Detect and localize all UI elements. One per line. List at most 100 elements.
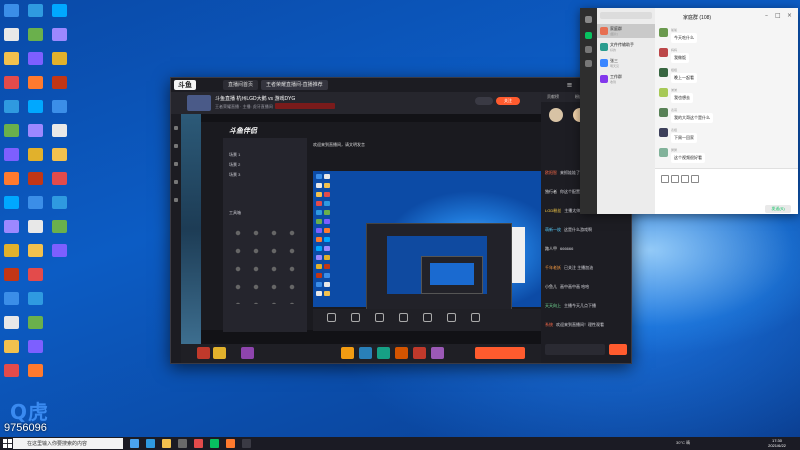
douyu-icon[interactable]: [226, 439, 235, 448]
gift-item[interactable]: [413, 347, 426, 359]
follow-button[interactable]: 关注: [496, 97, 520, 105]
desktop-shortcut-icon[interactable]: [4, 28, 19, 41]
scissors-icon[interactable]: [681, 175, 689, 183]
clock[interactable]: 17:30 2021/6/22: [764, 438, 790, 448]
desktop-shortcut-icon[interactable]: [28, 172, 43, 185]
edge-icon[interactable]: [146, 439, 155, 448]
rail-icon[interactable]: [174, 162, 178, 166]
message-input[interactable]: 发送(S): [655, 168, 798, 214]
rail-icon[interactable]: [174, 144, 178, 148]
desktop-shortcut-icon[interactable]: [4, 292, 19, 305]
desktop-shortcut-icon[interactable]: [4, 124, 19, 137]
desktop-shortcut-icon[interactable]: [28, 52, 43, 65]
desktop-shortcut-icon[interactable]: [4, 316, 19, 329]
avatar[interactable]: [659, 128, 668, 137]
desktop-shortcut-icon[interactable]: [4, 52, 19, 65]
rank-avatar[interactable]: [549, 108, 563, 122]
close-icon[interactable]: ×: [787, 12, 792, 19]
desktop-shortcut-icon[interactable]: [52, 172, 67, 185]
recharge-button[interactable]: [475, 347, 525, 359]
send-button[interactable]: 发送(S): [765, 205, 791, 213]
avatar[interactable]: [659, 88, 668, 97]
gift-item[interactable]: [213, 347, 226, 359]
desktop-shortcut-icon[interactable]: [28, 316, 43, 329]
gift-item[interactable]: [197, 347, 210, 359]
search-input[interactable]: [600, 12, 652, 19]
desktop-shortcut-icon[interactable]: [4, 268, 19, 281]
streamer-avatar[interactable]: [187, 95, 211, 111]
app-icon[interactable]: [194, 439, 203, 448]
gift-item[interactable]: [431, 347, 444, 359]
avatar[interactable]: [659, 108, 668, 117]
desktop-shortcut-icon[interactable]: [28, 76, 43, 89]
conversation-item[interactable]: 工作群 收到: [597, 72, 655, 86]
desktop-shortcut-icon[interactable]: [4, 148, 19, 161]
desktop-shortcut-icon[interactable]: [28, 28, 43, 41]
menu-icon[interactable]: ≡: [565, 80, 574, 90]
gift-item[interactable]: [241, 347, 254, 359]
desktop-shortcut-icon[interactable]: [28, 196, 43, 209]
desktop-shortcut-icon[interactable]: [4, 364, 19, 377]
desktop-shortcut-icon[interactable]: [4, 172, 19, 185]
desktop-shortcut-icon[interactable]: [52, 124, 67, 137]
desktop-shortcut-icon[interactable]: [28, 244, 43, 257]
gift-item[interactable]: [377, 347, 390, 359]
minimize-icon[interactable]: –: [765, 12, 768, 19]
desktop-shortcut-icon[interactable]: [4, 244, 19, 257]
activity-banner[interactable]: [275, 103, 335, 109]
desktop-shortcut-icon[interactable]: [28, 364, 43, 377]
avatar[interactable]: [585, 16, 592, 23]
chat-icon[interactable]: [585, 32, 592, 39]
chat-username[interactable]: 萌新一枚: [545, 227, 561, 232]
avatar[interactable]: [659, 148, 668, 157]
file-explorer-icon[interactable]: [162, 439, 171, 448]
desktop-shortcut-icon[interactable]: [28, 340, 43, 353]
desktop-shortcut-icon[interactable]: [28, 268, 43, 281]
taskbar-search[interactable]: 在这里输入你要搜索的内容: [13, 438, 123, 449]
conversation-item[interactable]: 张三 明天见: [597, 56, 655, 70]
conversation-item[interactable]: 文件传输助手 好的: [597, 40, 655, 54]
conversation-item[interactable]: 家庭群 [图片]: [597, 24, 655, 38]
chat-username[interactable]: 欧阳智: [545, 170, 557, 175]
desktop-shortcut-icon[interactable]: [4, 196, 19, 209]
task-view-icon[interactable]: [130, 439, 139, 448]
chat-history-icon[interactable]: [691, 175, 699, 183]
desktop-shortcut-icon[interactable]: [28, 4, 43, 17]
rail-icon[interactable]: [174, 198, 178, 202]
gift-item[interactable]: [395, 347, 408, 359]
app-logo[interactable]: 斗鱼: [174, 80, 196, 90]
video-player[interactable]: 斗鱼伴侣 场景 1 场景 2 场景 3 工具箱 欢迎来到直播间，请文明发言: [181, 114, 541, 344]
chat-username[interactable]: LGD粉丝: [545, 208, 561, 213]
desktop-shortcut-icon[interactable]: [28, 220, 43, 233]
desktop-shortcut-icon[interactable]: [28, 292, 43, 305]
rail-icon[interactable]: [174, 126, 178, 130]
folder-icon[interactable]: [671, 175, 679, 183]
desktop-shortcut-icon[interactable]: [52, 148, 67, 161]
avatar[interactable]: [659, 28, 668, 37]
chat-username[interactable]: 系统: [545, 322, 553, 327]
rail-icon[interactable]: [174, 180, 178, 184]
gift-item[interactable]: [359, 347, 372, 359]
chat-input[interactable]: [545, 344, 605, 355]
fans-button[interactable]: [475, 97, 493, 105]
desktop-shortcut-icon[interactable]: [52, 220, 67, 233]
windows-start-icon[interactable]: [3, 439, 12, 448]
gift-item[interactable]: [341, 347, 354, 359]
wechat-icon[interactable]: [210, 439, 219, 448]
desktop-shortcut-icon[interactable]: [28, 124, 43, 137]
desktop-shortcut-icon[interactable]: [52, 52, 67, 65]
chat-username[interactable]: 路人甲: [545, 246, 557, 251]
chat-username[interactable]: 千年老妖: [545, 265, 561, 270]
chat-username[interactable]: 独行者: [545, 189, 557, 194]
avatar[interactable]: [659, 48, 668, 57]
tab-home[interactable]: 直播间首页: [223, 80, 259, 90]
desktop-shortcut-icon[interactable]: [52, 244, 67, 257]
desktop-shortcut-icon[interactable]: [52, 4, 67, 17]
favorites-icon[interactable]: [585, 60, 592, 67]
desktop-shortcut-icon[interactable]: [4, 76, 19, 89]
desktop-shortcut-icon[interactable]: [4, 340, 19, 353]
tab-contribution[interactable]: 贡献榜: [547, 94, 559, 100]
chat-username[interactable]: 天天向上: [545, 303, 561, 308]
store-icon[interactable]: [178, 439, 187, 448]
contacts-icon[interactable]: [585, 46, 592, 53]
